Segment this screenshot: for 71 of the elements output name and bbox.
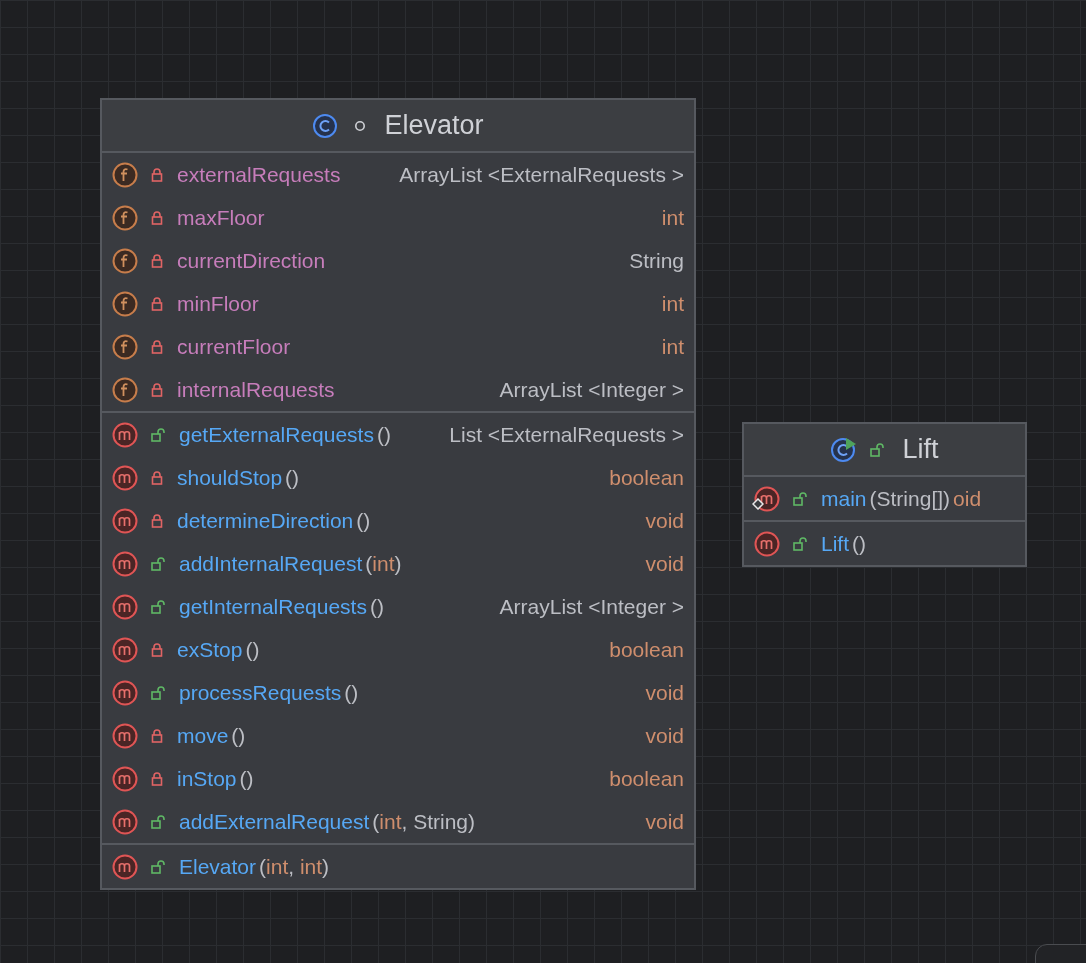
parameter-list: () [369, 590, 384, 623]
method-name: exStop [177, 636, 243, 663]
type-label: int [661, 333, 684, 360]
method-name: getExternalRequests [179, 421, 374, 448]
field-name: maxFloor [177, 204, 265, 231]
parameter-list: () [852, 527, 866, 560]
field-name: currentFloor [177, 333, 291, 360]
field-icon [112, 290, 138, 317]
class-node[interactable] [100, 98, 696, 890]
method-icon [112, 636, 138, 663]
parameter-list: () [285, 461, 300, 494]
method-icon [112, 464, 138, 491]
class-name: Lift [902, 433, 939, 467]
field-icon [112, 247, 138, 274]
method-name: processRequests [179, 679, 342, 706]
method-name: shouldStop [177, 464, 283, 491]
field-name: externalRequests [177, 161, 341, 188]
method-name: Elevator [179, 853, 257, 880]
parameter-list: () [231, 719, 246, 752]
method-icon [754, 530, 780, 557]
type-label: ArrayList <Integer > [499, 376, 684, 403]
parameter-list: () [376, 418, 391, 451]
field-icon [112, 333, 138, 360]
parameter-list: () [245, 633, 260, 666]
type-label: boolean [609, 464, 684, 491]
type-label: int [661, 290, 684, 317]
type-label: void [645, 679, 684, 706]
method-name: determineDirection [177, 507, 354, 534]
type-label: ArrayList <ExternalRequests > [399, 161, 684, 188]
parameter-list: () [239, 762, 254, 795]
method-icon [112, 765, 138, 792]
method-icon [112, 853, 138, 880]
type-label: boolean [609, 765, 684, 792]
parameter-list: (int, int) [259, 850, 330, 883]
class-node[interactable]: Lift main(String[])oid Lift() [742, 422, 1027, 567]
type-label: void [645, 550, 684, 577]
type-label: String [629, 247, 684, 274]
method-name: main [821, 485, 867, 512]
type-label: void [645, 808, 684, 835]
field-name: internalRequests [177, 376, 335, 403]
method-icon [112, 593, 138, 620]
field-name: minFloor [177, 290, 259, 317]
method-name: addInternalRequest [179, 550, 363, 577]
type-label: List <ExternalRequests > [449, 421, 684, 448]
field-icon [112, 376, 138, 403]
class-name: Elevator [384, 109, 484, 143]
type-label: ArrayList <Integer > [499, 593, 684, 620]
parameter-list: (int) [365, 547, 402, 580]
field-icon [112, 204, 138, 231]
type-label: int [661, 204, 684, 231]
parameter-list: (int, String) [372, 805, 475, 838]
method-icon [112, 421, 138, 448]
method-icon [112, 550, 138, 577]
method-name: addExternalRequest [179, 808, 370, 835]
method-name: getInternalRequests [179, 593, 367, 620]
parameter-list: () [356, 504, 371, 537]
method-name: Lift [821, 530, 849, 557]
method-name: move [177, 722, 229, 749]
parameter-list: () [344, 676, 359, 709]
type-label: void [645, 507, 684, 534]
method-icon [112, 722, 138, 749]
method-icon [112, 679, 138, 706]
parameter-list: (String[]) [869, 482, 951, 515]
type-label: void [645, 722, 684, 749]
method-icon [112, 507, 138, 534]
field-name: currentDirection [177, 247, 326, 274]
method-name: inStop [177, 765, 237, 792]
type-label: oid [953, 485, 982, 512]
method-icon [112, 808, 138, 835]
type-label: boolean [609, 636, 684, 663]
field-icon [112, 161, 138, 188]
